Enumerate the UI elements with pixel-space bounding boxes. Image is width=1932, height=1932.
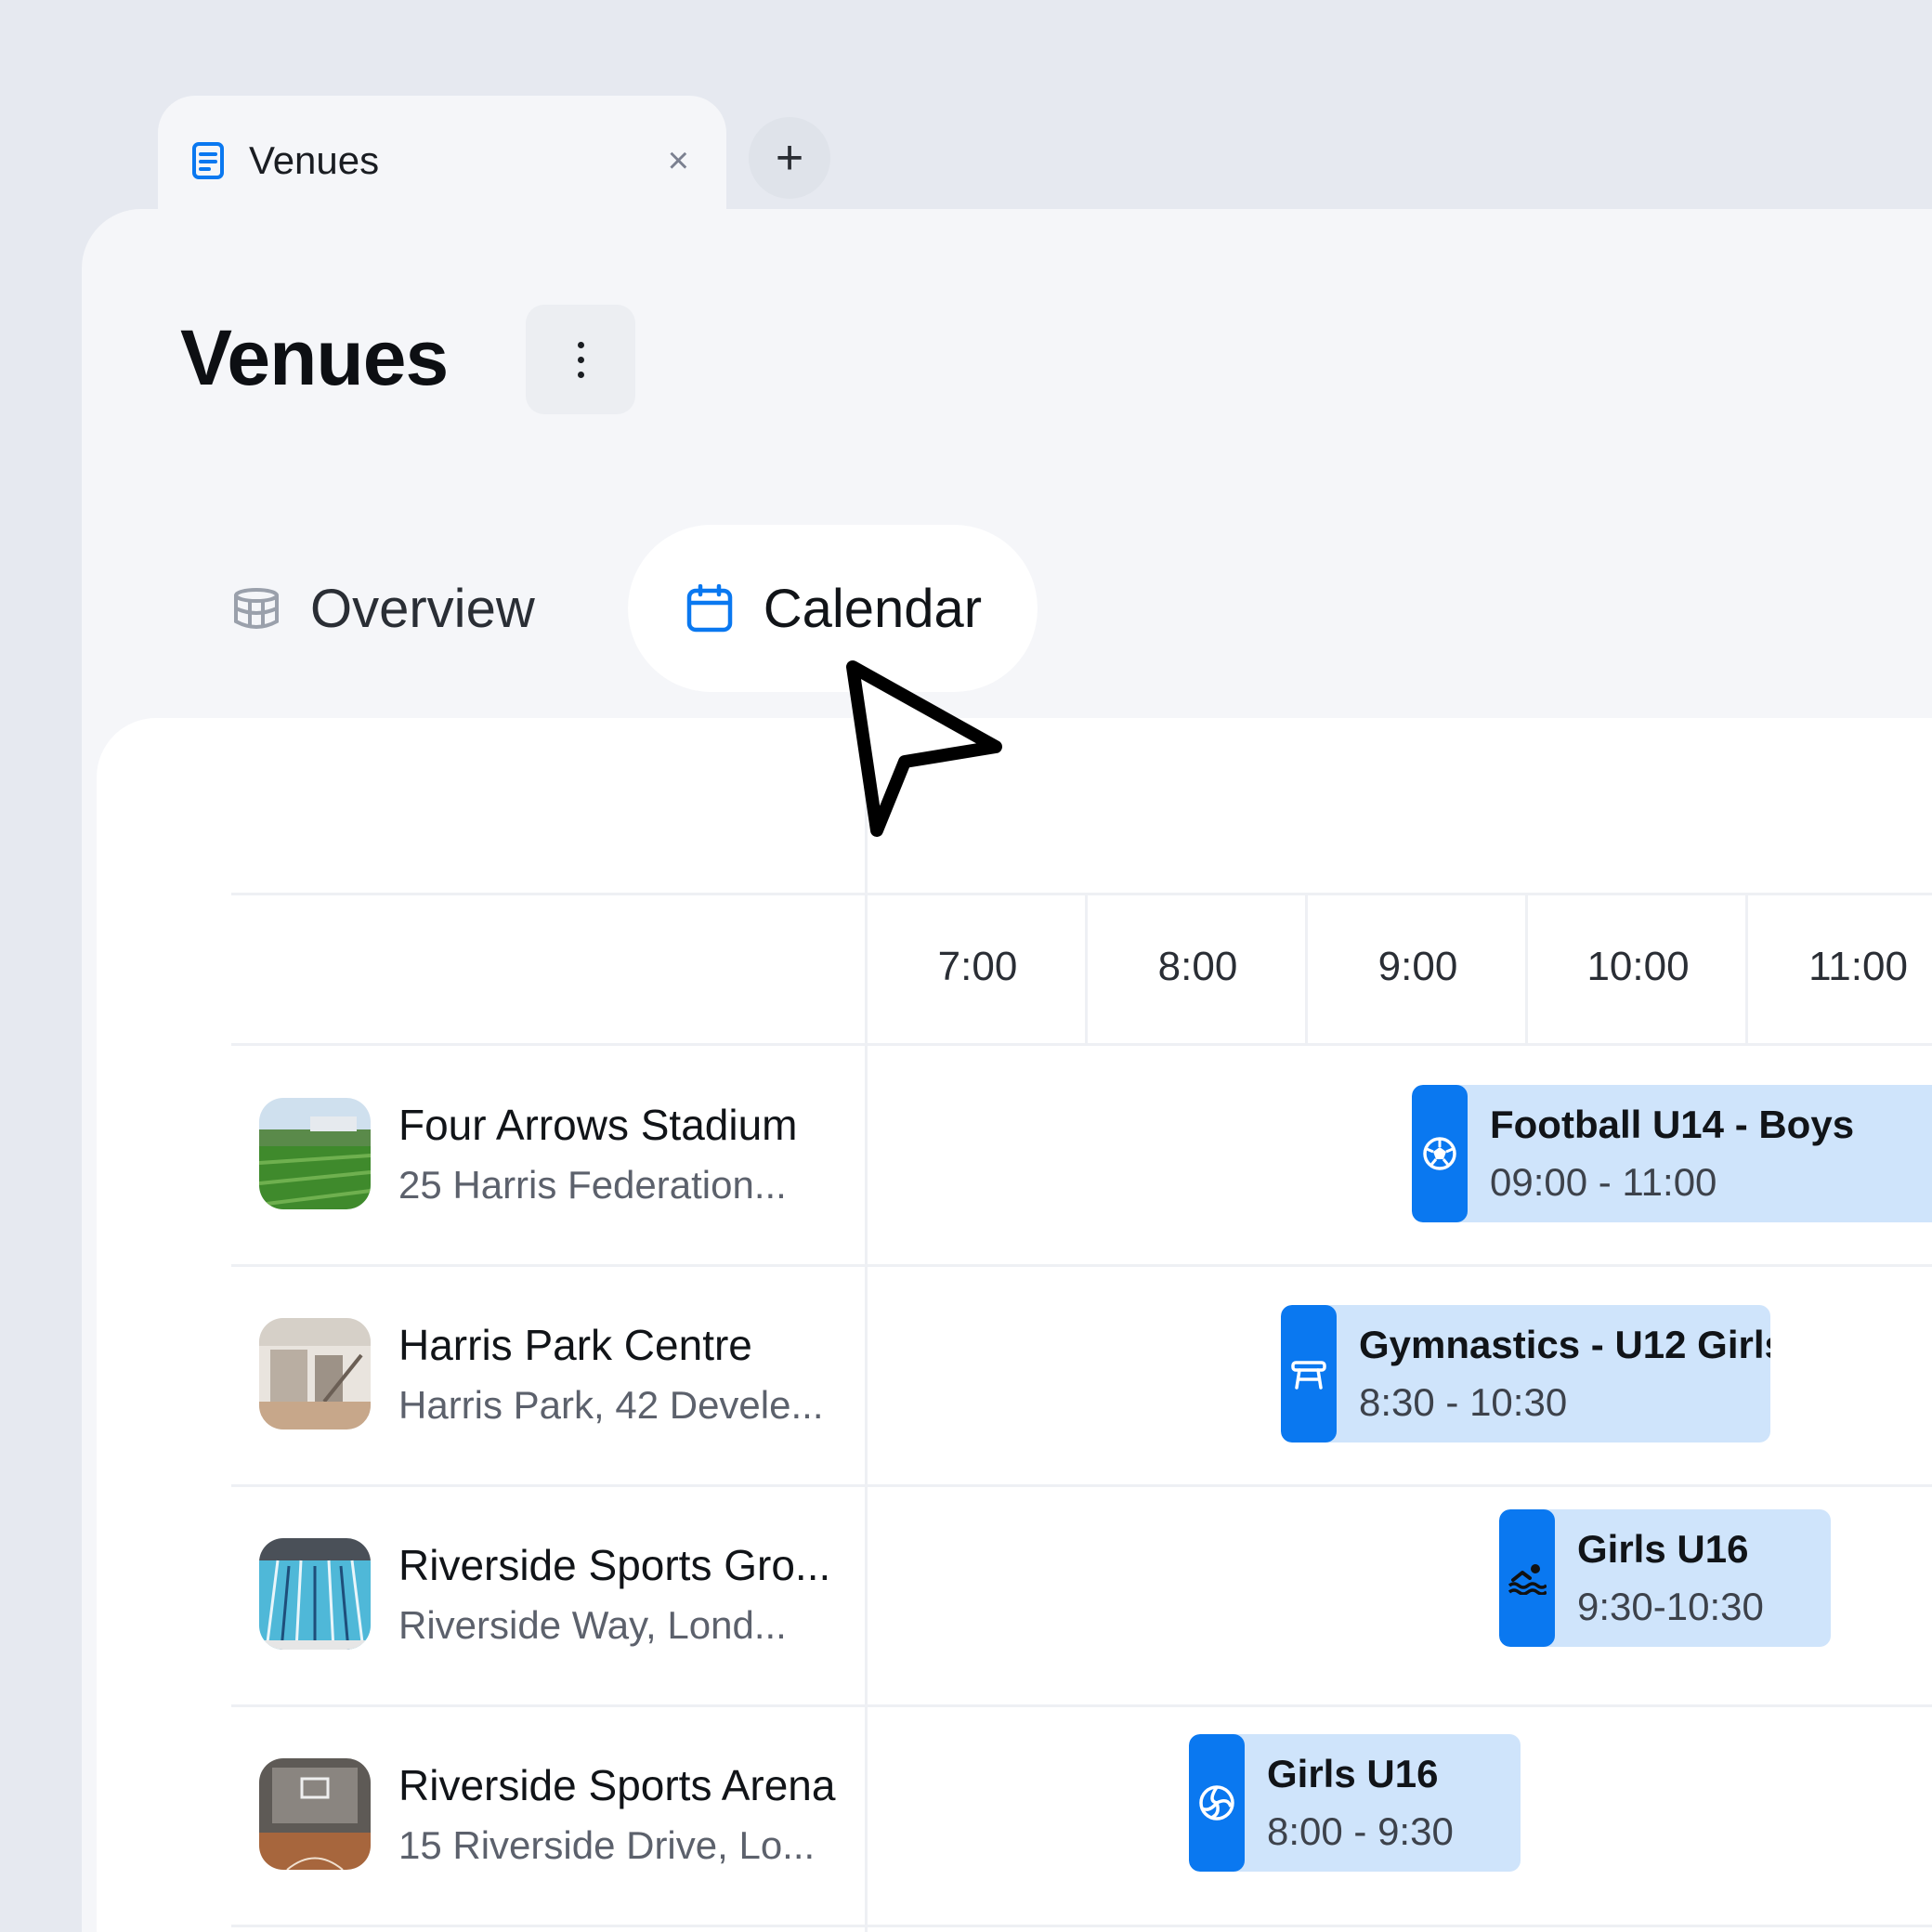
event-swimming-girls-u16[interactable]: Girls U16 9:30-10:30 (1499, 1509, 1831, 1647)
venue-name: Harris Park Centre (398, 1321, 752, 1369)
venue-address: Harris Park, 42 Devele... (398, 1383, 824, 1427)
venue-name: Riverside Sports Gro... (398, 1541, 831, 1589)
grid-line (231, 893, 1932, 895)
database-icon (230, 582, 282, 634)
event-title: Girls U16 (1577, 1527, 1749, 1571)
tab-overview-label: Overview (310, 578, 535, 639)
venue-thumbnail (259, 1538, 371, 1650)
grid-line (231, 1043, 1932, 1046)
event-time: 8:30 - 10:30 (1359, 1380, 1568, 1424)
close-tab-icon[interactable]: × (668, 142, 689, 179)
time-slot-label: 8:00 (1157, 944, 1238, 989)
time-slot-label: 7:00 (937, 944, 1018, 989)
event-volleyball-girls-u16[interactable]: Girls U16 8:00 - 9:30 (1189, 1734, 1521, 1872)
grid-line (231, 1484, 1932, 1487)
venue-row-riverside-grounds[interactable]: Riverside Sports Gro... Riverside Way, L… (259, 1538, 830, 1650)
document-icon (189, 140, 227, 181)
calendar-panel: 7:00 8:00 9:00 10:00 11:00 Four Arrows S… (97, 716, 1932, 1932)
venue-thumbnail (259, 1758, 371, 1870)
venue-thumbnail (259, 1318, 371, 1429)
volleyball-icon (1189, 1734, 1245, 1872)
venue-address: 15 Riverside Drive, Lo... (398, 1823, 816, 1867)
tab-overview[interactable]: Overview (193, 525, 628, 692)
app-stage: Venues × + Venues Overview Calendar 7:00… (0, 0, 1932, 1932)
venue-name: Riverside Sports Arena (398, 1761, 836, 1809)
event-time: 9:30-10:30 (1577, 1585, 1764, 1628)
new-tab-button[interactable]: + (749, 117, 830, 199)
venue-thumbnail (259, 1098, 371, 1209)
more-options-button[interactable] (526, 305, 635, 414)
event-time: 09:00 - 11:00 (1490, 1160, 1717, 1204)
calendar-icon (684, 582, 736, 634)
browser-tab-venues[interactable]: Venues × (158, 96, 726, 226)
swimming-icon (1499, 1509, 1555, 1647)
time-slot-label: 11:00 (1808, 944, 1908, 989)
venue-address: 25 Harris Federation... (398, 1163, 787, 1207)
grid-line (231, 1925, 1932, 1927)
event-title: Football U14 - Boys (1490, 1103, 1855, 1146)
mouse-cursor-icon (846, 660, 1002, 837)
football-icon (1412, 1085, 1468, 1222)
venue-row-harris-park[interactable]: Harris Park Centre Harris Park, 42 Devel… (259, 1318, 824, 1429)
page-title: Venues (180, 314, 449, 401)
event-time: 8:00 - 9:30 (1267, 1809, 1454, 1853)
more-vertical-icon (577, 341, 584, 378)
event-gymnastics-u12-girls[interactable]: Gymnastics - U12 Girls 8:30 - 10:30 (1281, 1305, 1770, 1442)
main-window: Venues Overview Calendar 7:00 8:00 9:00 … (82, 209, 1932, 1932)
event-title: Girls U16 (1267, 1752, 1439, 1795)
gymnastics-icon (1281, 1305, 1337, 1442)
tab-calendar-label: Calendar (763, 578, 983, 639)
venue-name: Four Arrows Stadium (398, 1101, 798, 1149)
time-slot-label: 10:00 (1586, 944, 1690, 989)
grid-line (231, 1704, 1932, 1707)
venue-row-four-arrows[interactable]: Four Arrows Stadium 25 Harris Federation… (259, 1098, 797, 1209)
time-slot-label: 9:00 (1377, 944, 1458, 989)
venue-address: Riverside Way, Lond... (398, 1603, 787, 1647)
venue-row-riverside-arena[interactable]: Riverside Sports Arena 15 Riverside Driv… (259, 1758, 835, 1870)
event-football-u14-boys[interactable]: Football U14 - Boys 09:00 - 11:00 (1412, 1085, 1932, 1222)
event-title: Gymnastics - U12 Girls (1359, 1323, 1770, 1366)
grid-line (231, 1264, 1932, 1267)
column-divider (865, 716, 868, 1932)
browser-tab-title: Venues (249, 138, 380, 182)
